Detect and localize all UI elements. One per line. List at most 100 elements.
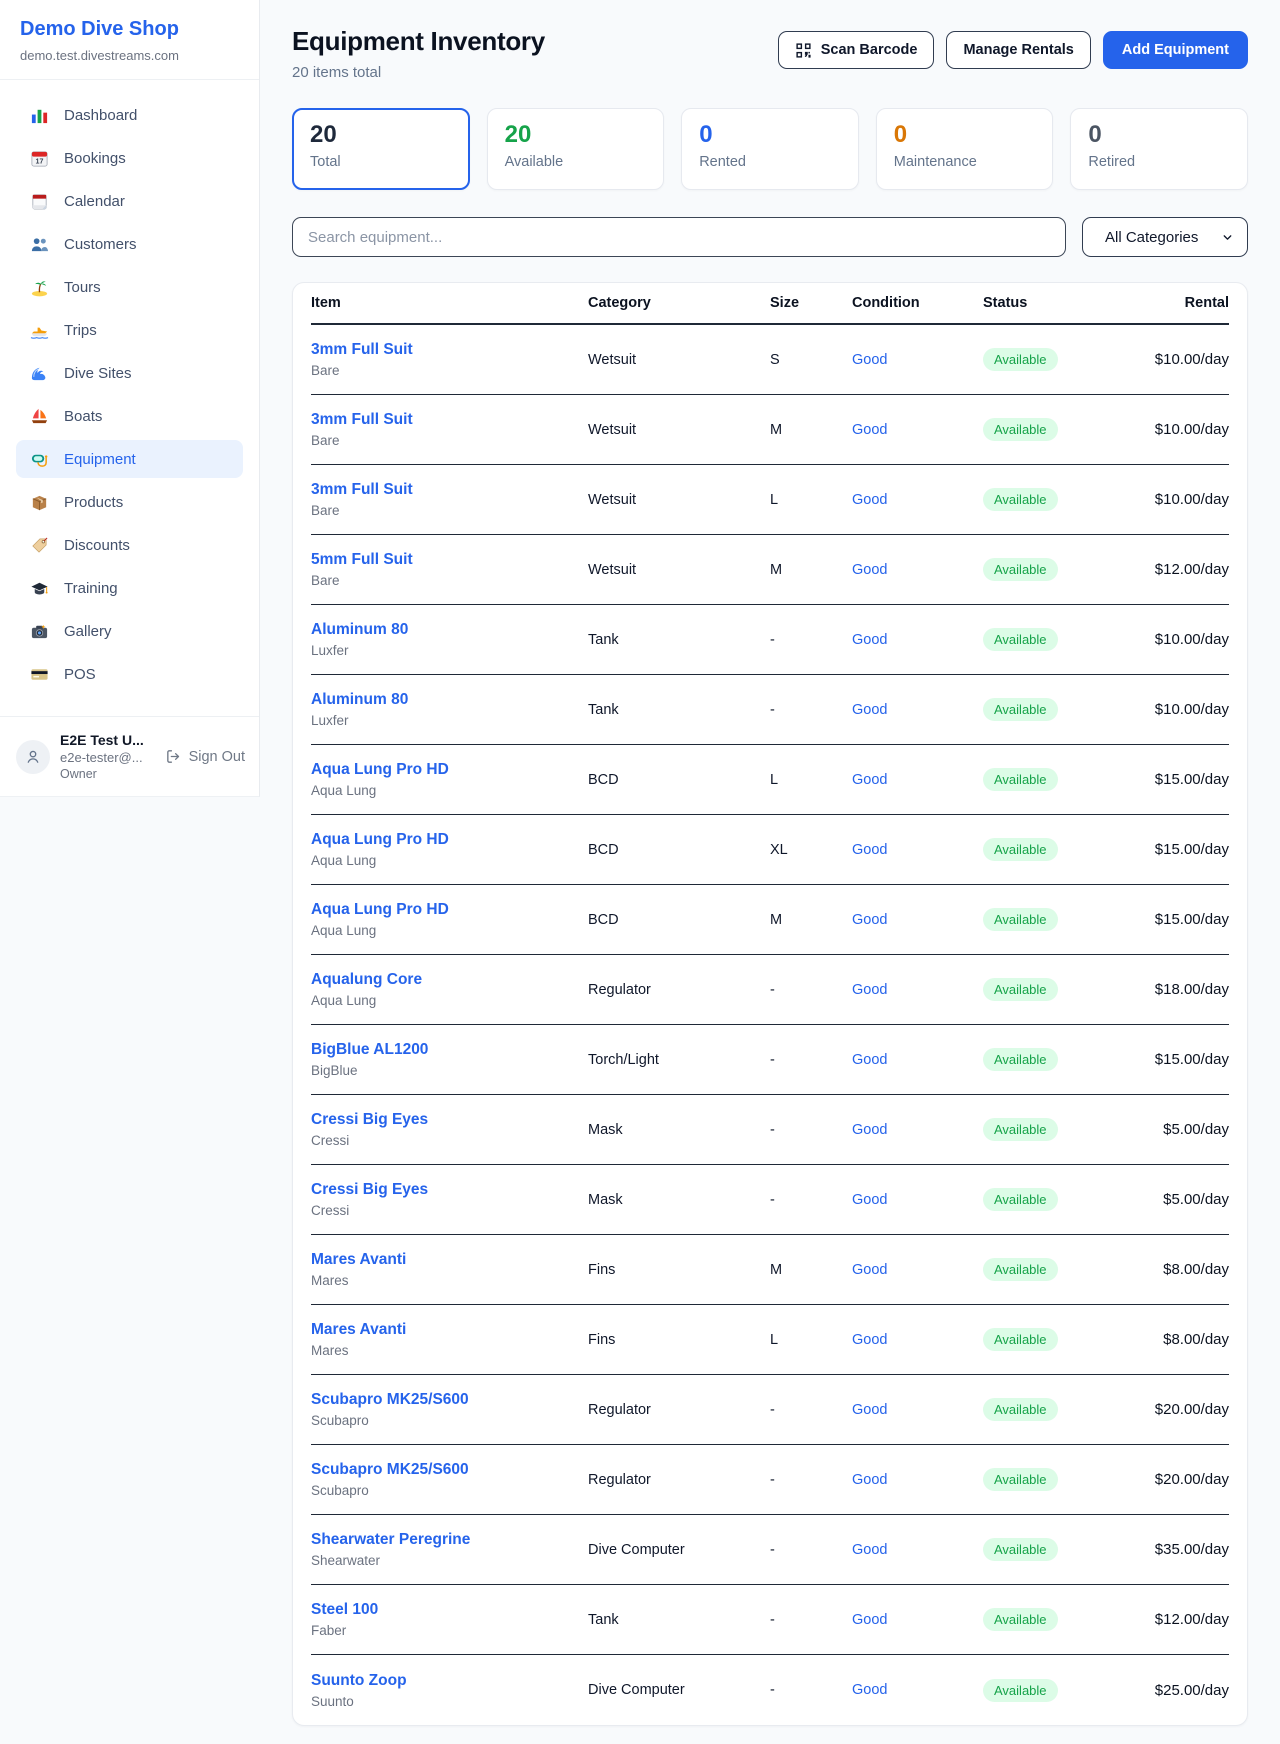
condition-link[interactable]: Good (852, 772, 887, 788)
item-category: BCD (588, 772, 770, 788)
item-name-link[interactable]: Aqua Lung Pro HD (311, 831, 588, 849)
condition-link[interactable]: Good (852, 422, 887, 438)
item-size: - (770, 982, 852, 998)
item-brand: Mares (311, 1273, 588, 1288)
item-name-link[interactable]: Aqua Lung Pro HD (311, 761, 588, 779)
sidebar-item-training[interactable]: Training (16, 569, 243, 607)
condition-link[interactable]: Good (852, 1612, 887, 1628)
item-name-link[interactable]: Steel 100 (311, 1601, 588, 1619)
item-name-link[interactable]: Cressi Big Eyes (311, 1181, 588, 1199)
table-row: Aqualung Core Aqua Lung Regulator - Good… (311, 955, 1229, 1025)
item-category: Wetsuit (588, 422, 770, 438)
sidebar-item-calendar[interactable]: Calendar (16, 182, 243, 220)
condition-link[interactable]: Good (852, 1682, 887, 1698)
sidebar-nav: Dashboard 17 Bookings Calendar Customers… (0, 80, 259, 708)
item-name-link[interactable]: Aqualung Core (311, 971, 588, 989)
condition-link[interactable]: Good (852, 1472, 887, 1488)
item-brand: Bare (311, 433, 588, 448)
condition-link[interactable]: Good (852, 1122, 887, 1138)
item-name-link[interactable]: Aqua Lung Pro HD (311, 901, 588, 919)
sidebar-item-customers[interactable]: Customers (16, 225, 243, 263)
condition-link[interactable]: Good (852, 562, 887, 578)
item-category: Fins (588, 1262, 770, 1278)
table-row: Aluminum 80 Luxfer Tank - Good Available… (311, 605, 1229, 675)
item-name-link[interactable]: Suunto Zoop (311, 1672, 588, 1690)
item-name-link[interactable]: 3mm Full Suit (311, 341, 588, 359)
item-name-link[interactable]: 3mm Full Suit (311, 481, 588, 499)
item-name-link[interactable]: Scubapro MK25/S600 (311, 1391, 588, 1409)
rental-price: $12.00/day (1131, 1611, 1229, 1628)
item-name-link[interactable]: BigBlue AL1200 (311, 1041, 588, 1059)
sidebar-item-label: Trips (64, 322, 97, 339)
item-name-link[interactable]: 3mm Full Suit (311, 411, 588, 429)
column-header-rental: Rental (1131, 295, 1229, 311)
scan-barcode-button[interactable]: Scan Barcode (778, 31, 935, 69)
brand-header: Demo Dive Shop demo.test.divestreams.com (0, 0, 259, 79)
sidebar-item-dashboard[interactable]: Dashboard (16, 96, 243, 134)
stat-card-available[interactable]: 20 Available (487, 108, 665, 190)
stat-label: Maintenance (894, 154, 1036, 170)
stats-row: 20 Total 20 Available 0 Rented 0 Mainten… (292, 108, 1248, 190)
logout-icon (165, 748, 182, 765)
item-size: - (770, 1192, 852, 1208)
condition-link[interactable]: Good (852, 842, 887, 858)
condition-link[interactable]: Good (852, 1332, 887, 1348)
search-input[interactable] (292, 217, 1066, 257)
sign-out-button[interactable]: Sign Out (165, 748, 245, 765)
sidebar-item-discounts[interactable]: Discounts (16, 526, 243, 564)
rental-price: $35.00/day (1131, 1541, 1229, 1558)
item-name-link[interactable]: Aluminum 80 (311, 621, 588, 639)
header-actions: Scan Barcode Manage Rentals Add Equipmen… (778, 31, 1248, 69)
stat-card-rented[interactable]: 0 Rented (681, 108, 859, 190)
sidebar-item-dive-sites[interactable]: Dive Sites (16, 354, 243, 392)
calendar-date-icon: 17 (29, 148, 49, 168)
stat-card-maintenance[interactable]: 0 Maintenance (876, 108, 1054, 190)
table-row: Suunto Zoop Suunto Dive Computer - Good … (311, 1655, 1229, 1725)
condition-link[interactable]: Good (852, 1402, 887, 1418)
item-name-link[interactable]: Mares Avanti (311, 1321, 588, 1339)
condition-link[interactable]: Good (852, 352, 887, 368)
stat-label: Total (310, 154, 452, 170)
sidebar-item-trips[interactable]: Trips (16, 311, 243, 349)
sidebar-item-label: Tours (64, 279, 101, 296)
item-name-link[interactable]: Shearwater Peregrine (311, 1531, 588, 1549)
condition-link[interactable]: Good (852, 632, 887, 648)
condition-link[interactable]: Good (852, 492, 887, 508)
sidebar-item-equipment[interactable]: Equipment (16, 440, 243, 478)
table-row: 3mm Full Suit Bare Wetsuit S Good Availa… (311, 325, 1229, 395)
condition-link[interactable]: Good (852, 1052, 887, 1068)
rental-price: $10.00/day (1131, 421, 1229, 438)
condition-link[interactable]: Good (852, 912, 887, 928)
sidebar-item-pos[interactable]: POS (16, 655, 243, 693)
item-name-link[interactable]: 5mm Full Suit (311, 551, 588, 569)
item-name-link[interactable]: Aluminum 80 (311, 691, 588, 709)
sidebar-item-products[interactable]: Products (16, 483, 243, 521)
condition-link[interactable]: Good (852, 982, 887, 998)
stat-card-total[interactable]: 20 Total (292, 108, 470, 190)
sidebar-item-tours[interactable]: Tours (16, 268, 243, 306)
condition-link[interactable]: Good (852, 1542, 887, 1558)
item-size: - (770, 632, 852, 648)
item-name-link[interactable]: Cressi Big Eyes (311, 1111, 588, 1129)
stat-card-retired[interactable]: 0 Retired (1070, 108, 1248, 190)
condition-link[interactable]: Good (852, 1192, 887, 1208)
sidebar-item-gallery[interactable]: Gallery (16, 612, 243, 650)
credit-card-icon (29, 664, 49, 684)
category-filter-select[interactable]: All Categories (1082, 217, 1248, 257)
rental-price: $15.00/day (1131, 911, 1229, 928)
manage-rentals-button[interactable]: Manage Rentals (946, 31, 1090, 69)
add-equipment-button[interactable]: Add Equipment (1103, 31, 1248, 69)
item-name-link[interactable]: Mares Avanti (311, 1251, 588, 1269)
sidebar-item-bookings[interactable]: 17 Bookings (16, 139, 243, 177)
item-name-link[interactable]: Scubapro MK25/S600 (311, 1461, 588, 1479)
sidebar-item-boats[interactable]: Boats (16, 397, 243, 435)
item-size: M (770, 912, 852, 928)
table-body: 3mm Full Suit Bare Wetsuit S Good Availa… (311, 325, 1229, 1725)
condition-link[interactable]: Good (852, 702, 887, 718)
item-category: BCD (588, 912, 770, 928)
condition-link[interactable]: Good (852, 1262, 887, 1278)
rental-price: $8.00/day (1131, 1261, 1229, 1278)
table-row: Cressi Big Eyes Cressi Mask - Good Avail… (311, 1165, 1229, 1235)
table-row: 3mm Full Suit Bare Wetsuit M Good Availa… (311, 395, 1229, 465)
brand-name[interactable]: Demo Dive Shop (20, 18, 239, 41)
